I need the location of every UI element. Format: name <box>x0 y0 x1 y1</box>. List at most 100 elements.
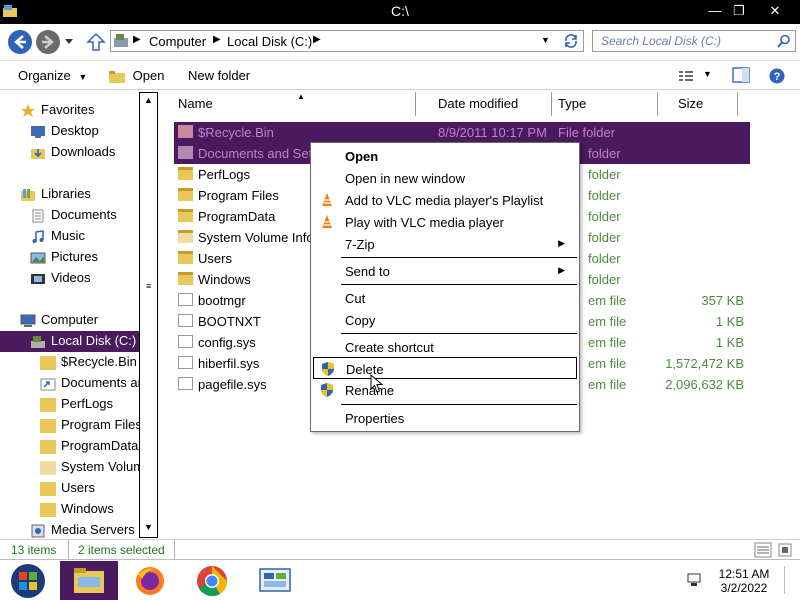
start-button[interactable] <box>0 561 58 600</box>
nav-sub-perflogs[interactable]: PerfLogs <box>40 394 113 415</box>
search-icon[interactable] <box>777 34 791 48</box>
breadcrumb-computer[interactable]: Computer <box>149 34 206 49</box>
preview-pane-icon[interactable] <box>732 67 750 83</box>
firefox-icon <box>136 567 164 595</box>
taskbar-server-manager[interactable] <box>246 561 304 600</box>
column-header-size[interactable]: Size <box>674 92 738 116</box>
nav-sub-system-volume[interactable]: System Volume <box>40 457 151 478</box>
taskbar-explorer[interactable] <box>60 561 118 600</box>
column-header-date[interactable]: Date modified <box>434 92 552 116</box>
menu-item-send-to[interactable]: Send to ▶ <box>313 260 577 282</box>
column-header-type[interactable]: Type <box>554 92 658 116</box>
details-view-icon[interactable] <box>754 542 772 558</box>
taskbar-chrome[interactable] <box>182 561 240 600</box>
scroll-up-icon[interactable]: ▲ <box>142 95 155 108</box>
breadcrumb-arrow-icon[interactable]: ▶ <box>133 34 141 45</box>
network-tray-icon[interactable] <box>686 572 702 588</box>
help-icon[interactable]: ? <box>768 67 786 85</box>
nav-sub-recycle[interactable]: $Recycle.Bin <box>40 352 137 373</box>
nav-computer-label: Computer <box>41 312 99 327</box>
nav-downloads[interactable]: Downloads <box>30 142 115 163</box>
view-dropdown-icon[interactable]: ▼ <box>703 69 712 79</box>
nav-favorites-label: Favorites <box>41 102 95 117</box>
breadcrumb-arrow-icon[interactable]: ▶ <box>213 34 221 45</box>
menu-item-label: Properties <box>345 411 405 426</box>
menu-item-open-new-window[interactable]: Open in new window <box>313 167 577 189</box>
nav-sub-windows[interactable]: Windows <box>40 499 114 520</box>
folder-icon <box>40 502 56 517</box>
nav-pictures[interactable]: Pictures <box>30 247 98 268</box>
nav-media-servers[interactable]: Media Servers <box>30 520 135 541</box>
nav-sub-documents[interactable]: Documents an <box>40 373 145 394</box>
up-arrow-icon[interactable] <box>86 32 106 52</box>
scroll-down-icon[interactable]: ▼ <box>142 522 155 535</box>
file-row[interactable]: $Recycle.Bin 8/9/2011 10:17 PM File fold… <box>174 122 750 143</box>
nav-local-disk[interactable]: Local Disk (C:) <box>0 331 139 352</box>
search-box[interactable] <box>592 30 796 52</box>
back-button[interactable] <box>8 30 32 54</box>
nav-sub-users[interactable]: Users <box>40 478 95 499</box>
system-clock[interactable]: 12:51 AM 3/2/2022 <box>710 567 778 595</box>
view-options-icon[interactable] <box>678 69 694 83</box>
nav-favorites[interactable]: Favorites <box>20 100 94 121</box>
menu-item-vlc-play[interactable]: Play with VLC media player <box>313 211 577 233</box>
nav-videos[interactable]: Videos <box>30 268 91 289</box>
menu-item-create-shortcut[interactable]: Create shortcut <box>313 336 577 358</box>
nav-pictures-label: Pictures <box>51 249 98 264</box>
star-icon <box>21 103 35 117</box>
refresh-icon[interactable] <box>563 33 579 49</box>
nav-sub-programdata[interactable]: ProgramData <box>40 436 138 457</box>
address-bar[interactable]: ▶ Computer ▶ Local Disk (C:) ▶ ▼ <box>110 30 584 52</box>
folder-icon <box>178 209 193 222</box>
nav-desktop[interactable]: Desktop <box>30 121 99 142</box>
address-dropdown-icon[interactable]: ▼ <box>541 35 550 45</box>
column-header-name[interactable]: Name <box>174 92 416 116</box>
file-size: 357 KB <box>701 293 744 308</box>
history-dropdown-icon[interactable] <box>64 38 74 46</box>
search-input[interactable] <box>593 31 773 51</box>
menu-item-delete[interactable]: Delete <box>313 357 577 379</box>
submenu-arrow-icon: ▶ <box>558 238 565 248</box>
system-file-icon <box>178 356 193 369</box>
nav-music[interactable]: Music <box>30 226 85 247</box>
new-folder-button[interactable]: New folder <box>188 68 250 83</box>
nav-scrollbar[interactable]: ▲ ≡ ▼ <box>139 92 158 538</box>
menu-item-7zip[interactable]: 7-Zip ▶ <box>313 233 577 255</box>
nav-sub-label: PerfLogs <box>61 396 114 411</box>
breadcrumb-local-disk[interactable]: Local Disk (C:) <box>227 34 312 49</box>
nav-documents[interactable]: Documents <box>30 205 117 226</box>
menu-item-label: Open in new window <box>345 171 465 186</box>
file-type: em file <box>588 356 627 371</box>
videos-icon <box>31 273 45 284</box>
menu-item-properties[interactable]: Properties <box>313 407 577 429</box>
system-file-icon <box>178 377 193 390</box>
forward-arrow-icon <box>42 35 54 49</box>
maximize-button[interactable]: ❐ <box>726 2 752 20</box>
folder-icon <box>178 272 193 285</box>
nav-sub-program-files[interactable]: Program Files <box>40 415 142 436</box>
menu-item-open[interactable]: Open <box>313 145 577 167</box>
forward-button[interactable] <box>36 30 60 54</box>
open-button[interactable]: Open <box>108 68 164 84</box>
file-name: bootmgr <box>198 293 246 308</box>
nav-computer[interactable]: Computer <box>20 310 98 331</box>
menu-item-rename[interactable]: Rename <box>313 379 577 401</box>
close-button[interactable]: ✕ <box>762 2 788 20</box>
menu-separator <box>341 257 577 258</box>
menu-item-vlc-playlist[interactable]: Add to VLC media player's Playlist <box>313 189 577 211</box>
uac-shield-icon <box>321 383 333 397</box>
taskbar-firefox[interactable] <box>120 561 178 600</box>
large-icons-view-icon[interactable] <box>776 542 794 558</box>
organize-button[interactable]: Organize ▼ <box>18 68 87 83</box>
menu-item-copy[interactable]: Copy <box>313 309 577 331</box>
title-bar: C:\ — ❐ ✕ <box>0 0 800 24</box>
breadcrumb-arrow-icon[interactable]: ▶ <box>313 34 321 45</box>
nav-libraries[interactable]: Libraries <box>20 184 91 205</box>
menu-item-cut[interactable]: Cut <box>313 287 577 309</box>
show-desktop-button[interactable] <box>784 566 796 594</box>
scroll-grip-icon[interactable]: ≡ <box>146 281 151 291</box>
file-name: BOOTNXT <box>198 314 261 329</box>
file-name: Program Files <box>198 188 279 203</box>
minimize-button[interactable]: — <box>702 2 728 20</box>
folder-icon <box>40 418 56 433</box>
